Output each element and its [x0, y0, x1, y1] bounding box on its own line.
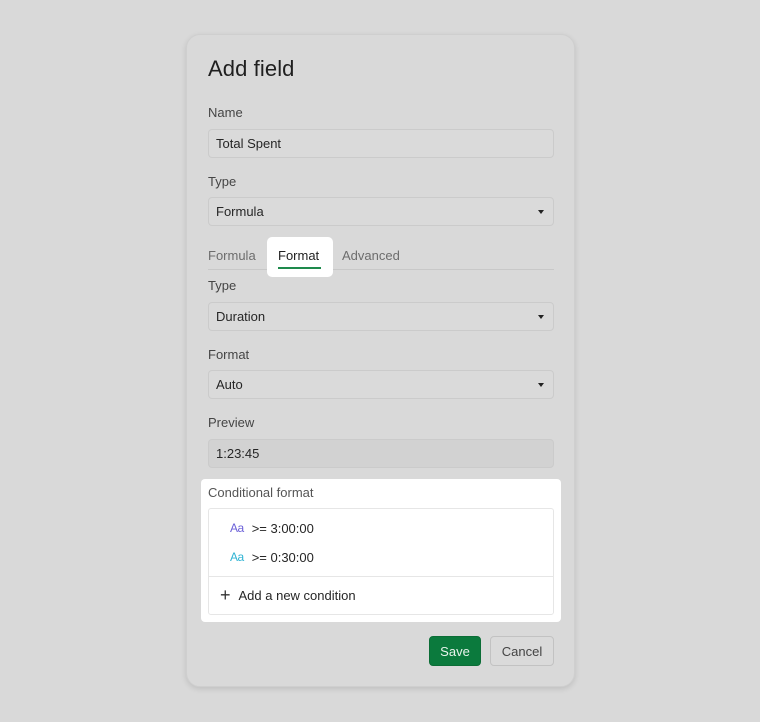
tab-advanced[interactable]: Advanced	[342, 248, 400, 263]
format-type-label: Type	[208, 278, 237, 293]
name-label: Name	[208, 105, 243, 120]
plus-icon: +	[220, 585, 231, 605]
caret-down-icon	[538, 383, 544, 387]
conditional-format-label: Conditional format	[208, 485, 314, 500]
condition-item[interactable]: Aa >= 0:30:00	[230, 547, 314, 567]
active-tab-indicator	[278, 267, 321, 269]
dialog-title: Add field	[208, 56, 295, 81]
condition-text: >= 0:30:00	[251, 549, 314, 565]
preview-value: 1:23:45	[216, 446, 260, 461]
format-type-select[interactable]: Duration	[208, 302, 554, 331]
add-condition-label: Add a new condition	[238, 587, 356, 603]
caret-down-icon	[538, 315, 544, 319]
tab-bar: Formula Format Advanced	[208, 237, 554, 277]
text-style-icon: Aa	[230, 521, 244, 535]
tab-format[interactable]: Format	[278, 248, 319, 263]
type-select[interactable]: Formula	[208, 197, 554, 226]
conditional-format-section: Conditional format Aa >= 3:00:00 Aa >= 0…	[201, 479, 561, 622]
name-input[interactable]: Total Spent	[208, 129, 554, 158]
type-label: Type	[208, 174, 237, 189]
name-input-value: Total Spent	[216, 136, 282, 151]
conditions-list: Aa >= 3:00:00 Aa >= 0:30:00 + Add a new …	[208, 508, 554, 615]
cancel-button[interactable]: Cancel	[490, 636, 554, 666]
format-select[interactable]: Auto	[208, 370, 554, 399]
divider	[209, 576, 553, 577]
text-style-icon: Aa	[230, 550, 244, 564]
format-type-value: Duration	[216, 309, 266, 324]
type-select-value: Formula	[216, 204, 264, 219]
preview-field: 1:23:45	[208, 439, 554, 468]
format-select-value: Auto	[216, 377, 243, 392]
condition-item[interactable]: Aa >= 3:00:00	[230, 518, 314, 538]
add-field-dialog: Add field Name Total Spent Type Formula …	[186, 34, 575, 687]
caret-down-icon	[538, 210, 544, 214]
tab-formula[interactable]: Formula	[208, 248, 256, 263]
add-condition-button[interactable]: + Add a new condition	[220, 586, 356, 604]
save-button[interactable]: Save	[429, 636, 481, 666]
preview-label: Preview	[208, 415, 255, 430]
condition-text: >= 3:00:00	[251, 520, 314, 536]
format-label: Format	[208, 347, 250, 362]
